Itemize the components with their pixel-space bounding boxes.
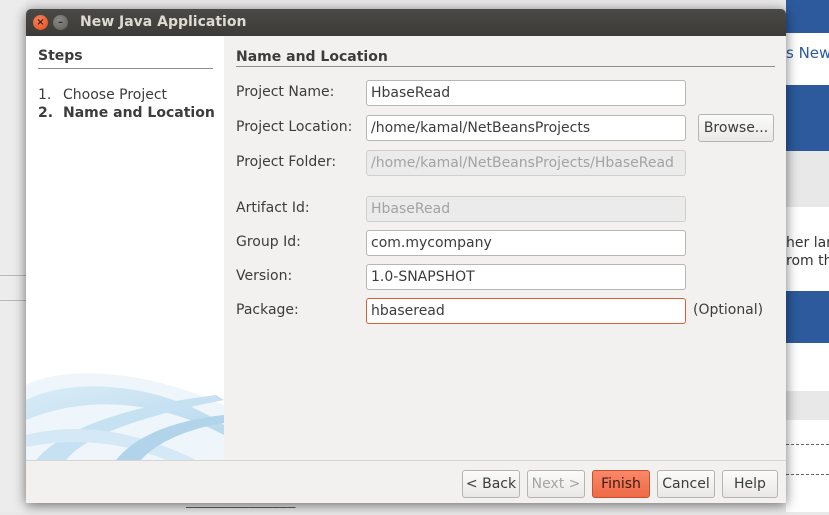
step-number: 1. <box>38 87 52 103</box>
next-button[interactable]: Next > <box>527 470 585 498</box>
artifact-id-field: HbaseRead <box>366 196 686 222</box>
cancel-button[interactable]: Cancel <box>657 470 715 498</box>
background-ide-right: s New her lar rom th <box>786 0 829 512</box>
steps-divider <box>38 68 213 69</box>
dialog-title: New Java Application <box>80 14 247 30</box>
step-name-and-location: 2. Name and Location <box>38 105 215 121</box>
back-button[interactable]: < Back <box>462 470 520 498</box>
step-label: Name and Location <box>63 105 215 121</box>
step-choose-project: 1. Choose Project <box>38 87 167 103</box>
ide-blue-band <box>786 291 829 343</box>
version-input[interactable]: 1.0-SNAPSHOT <box>366 264 686 290</box>
group-id-label: Group Id: <box>236 234 301 250</box>
ide-text-snippet: her lar <box>786 235 829 251</box>
browse-button[interactable]: Browse... <box>698 114 774 142</box>
dashed-line <box>786 474 829 475</box>
dashed-line <box>786 444 829 445</box>
finish-button[interactable]: Finish <box>592 470 650 498</box>
project-location-input[interactable]: /home/kamal/NetBeansProjects <box>366 115 686 141</box>
ide-panel <box>786 420 829 512</box>
step-label: Choose Project <box>63 87 168 103</box>
netbeans-watermark-graphic <box>26 373 224 460</box>
new-java-application-dialog: × – New Java Application Steps 1. Choose … <box>26 9 786 503</box>
divider <box>0 300 26 301</box>
background-ide-left <box>0 0 26 512</box>
project-folder-label: Project Folder: <box>236 154 337 170</box>
package-input[interactable]: hbaseread <box>366 298 686 324</box>
optional-hint: (Optional) <box>693 302 764 318</box>
ide-blue-band <box>786 85 829 151</box>
project-name-input[interactable]: HbaseRead <box>366 80 686 106</box>
dialog-titlebar[interactable]: × – New Java Application <box>26 9 786 36</box>
divider <box>0 275 26 276</box>
steps-heading: Steps <box>38 48 83 64</box>
help-button[interactable]: Help <box>722 470 778 498</box>
ide-text-snippet: s New <box>786 44 829 62</box>
steps-panel: Steps 1. Choose Project 2. Name and Locati… <box>26 36 224 460</box>
group-id-input[interactable]: com.mycompany <box>366 230 686 256</box>
footer-divider <box>26 460 786 461</box>
close-icon[interactable]: × <box>33 15 48 30</box>
section-divider <box>236 66 775 67</box>
ide-panel <box>786 343 829 391</box>
project-folder-field: /home/kamal/NetBeansProjects/HbaseRead <box>366 150 686 176</box>
project-name-label: Project Name: <box>236 84 335 100</box>
minimize-icon[interactable]: – <box>53 15 68 30</box>
version-label: Version: <box>236 268 293 284</box>
ide-header-band <box>786 0 829 33</box>
step-number: 2. <box>38 105 54 121</box>
ide-text-snippet: rom th <box>786 253 829 269</box>
artifact-id-label: Artifact Id: <box>236 200 310 216</box>
package-label: Package: <box>236 302 299 318</box>
project-location-label: Project Location: <box>236 119 353 135</box>
section-title: Name and Location <box>236 49 388 65</box>
